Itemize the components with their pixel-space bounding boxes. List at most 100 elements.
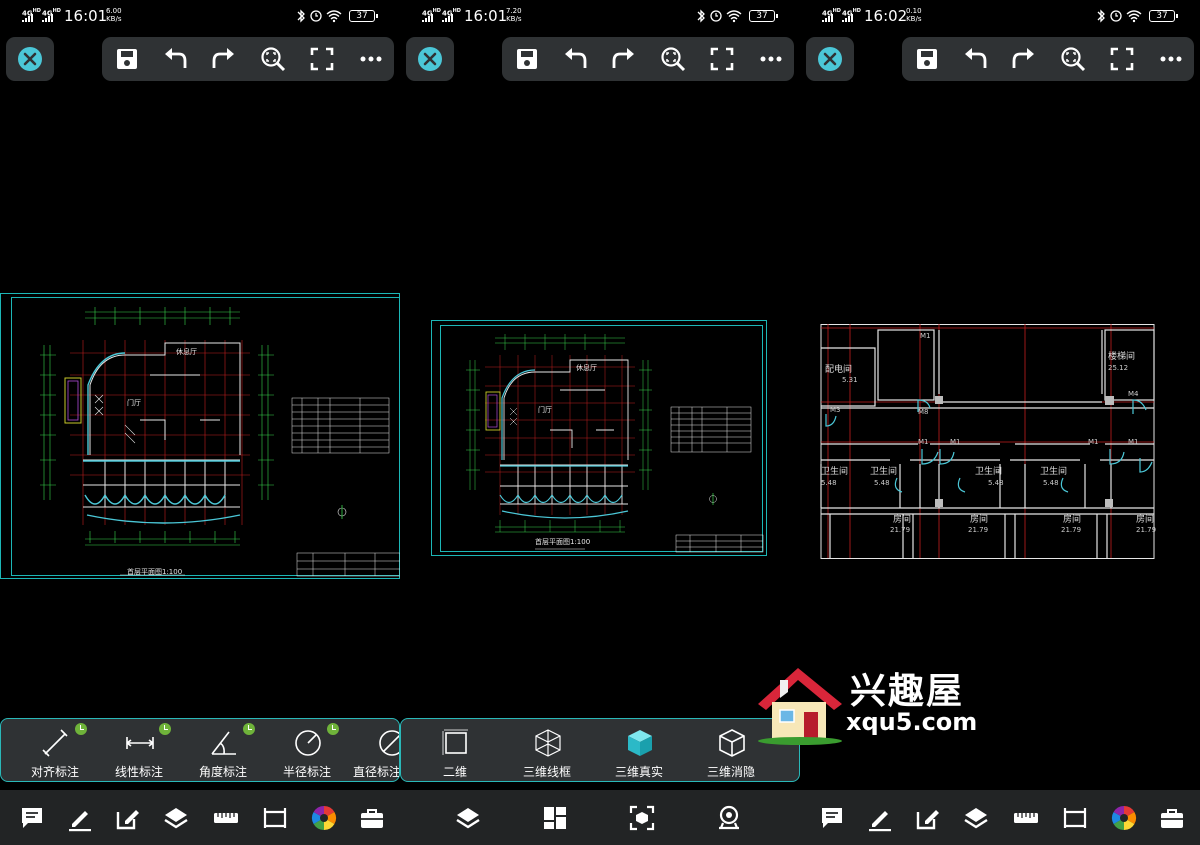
save-icon[interactable] bbox=[512, 45, 542, 73]
redo-icon[interactable] bbox=[609, 45, 639, 73]
badge-new-icon bbox=[243, 723, 255, 735]
save-icon[interactable] bbox=[912, 45, 942, 73]
radius-dimension-label: 半径标注 bbox=[282, 765, 331, 779]
room-area-room: 21.79 bbox=[1061, 526, 1082, 534]
room-label-room: 房间 bbox=[970, 515, 989, 525]
signal-bars-icon bbox=[822, 14, 836, 22]
undo-icon[interactable] bbox=[960, 45, 990, 73]
room-area-toilet: 5.48 bbox=[821, 479, 837, 487]
zoom-extents-icon[interactable] bbox=[258, 45, 288, 73]
room-label-toilet: 卫生间 bbox=[975, 467, 1003, 477]
comment-icon[interactable] bbox=[818, 804, 846, 832]
door-tag: M4 bbox=[1128, 390, 1139, 398]
battery-icon: 37 bbox=[349, 10, 378, 22]
status-icons: 37 bbox=[696, 8, 796, 24]
style-2d-button[interactable]: 二维 bbox=[415, 723, 495, 779]
linear-dimension-label: 线性标注 bbox=[114, 765, 163, 779]
ruler-icon[interactable] bbox=[1012, 804, 1040, 832]
radius-dimension-icon bbox=[295, 730, 321, 756]
orbit-camera-icon[interactable] bbox=[715, 804, 743, 832]
pencil-icon[interactable] bbox=[66, 804, 94, 832]
signal-bars-icon bbox=[842, 14, 856, 22]
linear-dimension-icon bbox=[126, 737, 154, 749]
visual-style-panel: 二维 三维线框 三维真实 三维消隐 bbox=[400, 718, 800, 782]
net-speed: 7.20 KB/s bbox=[506, 7, 522, 23]
toolbox-icon[interactable] bbox=[1158, 804, 1186, 832]
room-area-room: 21.79 bbox=[968, 526, 989, 534]
diameter-dimension-button[interactable]: 直径标注 bbox=[351, 723, 399, 779]
close-button[interactable] bbox=[406, 37, 454, 81]
angle-dimension-button[interactable]: 角度标注 bbox=[183, 723, 263, 779]
top-toolbar bbox=[502, 37, 794, 81]
undo-icon[interactable] bbox=[560, 45, 590, 73]
bluetooth-alarm-wifi-icon bbox=[1097, 9, 1142, 23]
redo-icon[interactable] bbox=[1009, 45, 1039, 73]
room-area-toilet: 5.48 bbox=[874, 479, 890, 487]
diameter-dimension-label: 直径标注 bbox=[352, 765, 399, 779]
more-icon[interactable] bbox=[1156, 45, 1186, 73]
more-icon[interactable] bbox=[756, 45, 786, 73]
3d-view-icon[interactable] bbox=[628, 804, 656, 832]
room-area-toilet: 5.48 bbox=[988, 479, 1004, 487]
linear-dimension-button[interactable]: 线性标注 bbox=[99, 723, 179, 779]
layers-icon[interactable] bbox=[962, 804, 990, 832]
style-3d-wireframe-button[interactable]: 三维线框 bbox=[507, 723, 587, 779]
ruler-icon[interactable] bbox=[212, 804, 240, 832]
dimension-icon[interactable] bbox=[1061, 804, 1089, 832]
zoom-extents-icon[interactable] bbox=[658, 45, 688, 73]
aligned-dimension-button[interactable]: 对齐标注 bbox=[15, 723, 95, 779]
layers-icon[interactable] bbox=[454, 804, 482, 832]
style-3d-realistic-label: 三维真实 bbox=[614, 765, 663, 779]
comment-icon[interactable] bbox=[18, 804, 46, 832]
bottom-toolbar bbox=[800, 790, 1200, 845]
style-2d-label: 二维 bbox=[442, 765, 467, 779]
screen-aligned-dimension: 4GHD 4GHD 16:01 6.00 KB/s 37 首层平面图1:100 … bbox=[0, 0, 400, 845]
battery-icon: 37 bbox=[749, 10, 778, 22]
status-bar: 4GHD 4GHD 16:01 6.00 KB/s 37 bbox=[0, 0, 400, 32]
clock: 16:01 bbox=[464, 7, 508, 25]
layout-grid-icon[interactable] bbox=[541, 804, 569, 832]
close-button[interactable] bbox=[806, 37, 854, 81]
fullscreen-icon[interactable] bbox=[707, 45, 737, 73]
color-wheel-icon[interactable] bbox=[310, 804, 338, 832]
edit-icon[interactable] bbox=[114, 804, 142, 832]
room-label-lounge: 休息厅 bbox=[576, 364, 597, 372]
pencil-icon[interactable] bbox=[866, 804, 894, 832]
door-tag: M1 bbox=[920, 332, 931, 340]
close-button[interactable] bbox=[6, 37, 54, 81]
edit-icon[interactable] bbox=[914, 804, 942, 832]
style-3d-wireframe-label: 三维线框 bbox=[522, 765, 571, 779]
status-icons: 37 bbox=[296, 8, 396, 24]
3d-realistic-icon bbox=[628, 730, 652, 756]
signal-bars-icon bbox=[442, 14, 456, 22]
zoom-extents-icon[interactable] bbox=[1058, 45, 1088, 73]
top-toolbar bbox=[102, 37, 394, 81]
aligned-dimension-icon bbox=[42, 729, 68, 757]
room-area-room: 21.79 bbox=[1136, 526, 1157, 534]
room-label-room: 房间 bbox=[893, 515, 912, 525]
clock: 16:02 bbox=[864, 7, 908, 25]
radius-dimension-button[interactable]: 半径标注 bbox=[267, 723, 347, 779]
dimension-icon[interactable] bbox=[261, 804, 289, 832]
fullscreen-icon[interactable] bbox=[307, 45, 337, 73]
status-bar: 4GHD 4GHD 16:02 0.10 KB/s 37 bbox=[800, 0, 1200, 32]
color-wheel-icon[interactable] bbox=[1110, 804, 1138, 832]
save-icon[interactable] bbox=[112, 45, 142, 73]
badge-new-icon bbox=[159, 723, 171, 735]
floor-plan bbox=[466, 334, 764, 553]
redo-icon[interactable] bbox=[209, 45, 239, 73]
room-label-distribution: 配电间 bbox=[825, 365, 853, 375]
more-icon[interactable] bbox=[356, 45, 386, 73]
room-label-hall: 门厅 bbox=[127, 399, 141, 407]
style-3d-realistic-button[interactable]: 三维真实 bbox=[599, 723, 679, 779]
3d-wireframe-icon bbox=[535, 729, 561, 757]
bluetooth-alarm-wifi-icon bbox=[297, 9, 342, 23]
fullscreen-icon[interactable] bbox=[1107, 45, 1137, 73]
room-label-toilet: 卫生间 bbox=[870, 467, 898, 477]
room-area-stair: 25.12 bbox=[1108, 364, 1129, 372]
toolbox-icon[interactable] bbox=[358, 804, 386, 832]
status-bar: 4GHD 4GHD 16:01 7.20 KB/s 37 bbox=[400, 0, 800, 32]
room-label-room: 房间 bbox=[1063, 515, 1082, 525]
layers-icon[interactable] bbox=[162, 804, 190, 832]
undo-icon[interactable] bbox=[160, 45, 190, 73]
